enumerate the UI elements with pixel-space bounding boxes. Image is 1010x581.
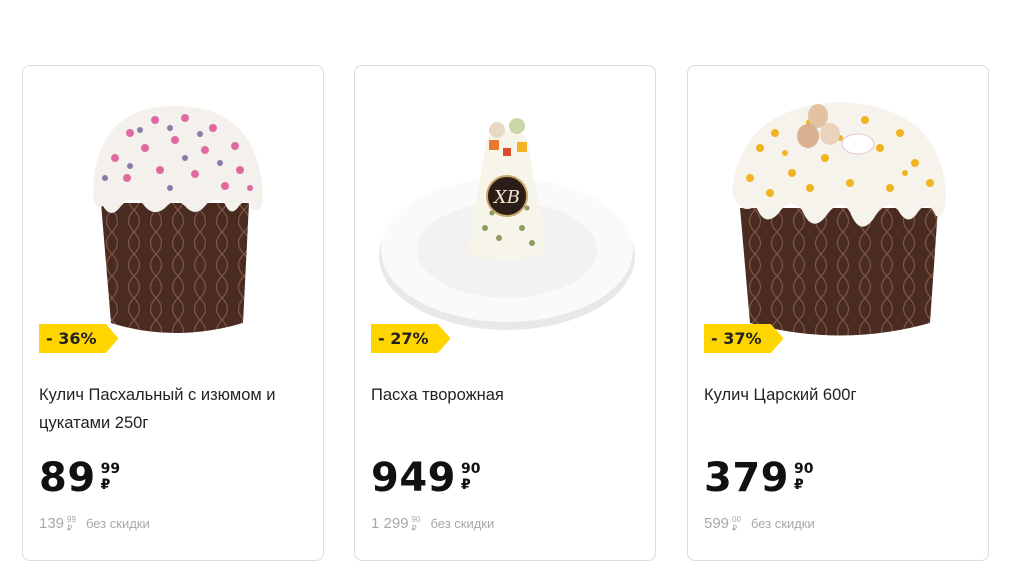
old-price-kopecks: 99 [67, 515, 76, 524]
product-card[interactable]: - 37% Кулич Царский 600г 379 90 ₽ 599 00… [687, 65, 989, 561]
old-price-main: 139 [39, 515, 65, 532]
old-price-kopecks: 90 [411, 515, 421, 524]
cottage-cheese-paskha-image[interactable]: ХВ [367, 78, 643, 340]
discount-badge: - 27% [371, 324, 451, 353]
current-price: 949 90 ₽ [371, 456, 480, 500]
old-price-main: 599 [704, 515, 730, 532]
currency-icon: ₽ [461, 477, 471, 493]
current-price: 89 99 ₽ [39, 456, 120, 500]
easter-cake-gold-sprinkles-image[interactable] [700, 78, 976, 340]
discount-badge: - 36% [39, 324, 119, 353]
old-price: 1 299 90 ₽ без скидки [371, 514, 494, 534]
no-discount-note: без скидки [430, 516, 495, 531]
currency-icon: ₽ [100, 477, 111, 493]
old-price: 599 00 ₽ без скидки [704, 514, 815, 534]
price-main: 379 [704, 455, 789, 501]
currency-icon: ₽ [794, 477, 804, 493]
price-kopecks: 90 [461, 461, 481, 477]
product-card[interactable]: ХВ - 27% Пасха творожная 949 90 ₽ 1 299 … [354, 65, 656, 561]
old-currency-icon: ₽ [67, 524, 73, 533]
old-currency-icon: ₽ [411, 524, 417, 533]
product-title[interactable]: Пасха творожная [371, 381, 641, 409]
no-discount-note: без скидки [85, 516, 150, 531]
price-kopecks: 99 [100, 461, 121, 477]
old-price: 139 99 ₽ без скидки [39, 514, 150, 534]
old-price-kopecks: 00 [732, 515, 741, 524]
price-main: 949 [371, 455, 456, 501]
product-title[interactable]: Кулич Пасхальный с изюмом и цукатами 250… [39, 381, 309, 437]
old-currency-icon: ₽ [732, 524, 738, 533]
svg-text:ХВ: ХВ [492, 187, 520, 208]
price-kopecks: 90 [794, 461, 814, 477]
old-price-main: 1 299 [371, 515, 409, 532]
product-title[interactable]: Кулич Царский 600г [704, 381, 974, 409]
price-main: 89 [39, 455, 96, 501]
product-card[interactable]: - 36% Кулич Пасхальный с изюмом и цуката… [22, 65, 324, 561]
discount-badge: - 37% [704, 324, 784, 353]
current-price: 379 90 ₽ [704, 456, 813, 500]
no-discount-note: без скидки [750, 516, 815, 531]
easter-cake-pink-sprinkles-image[interactable] [35, 78, 311, 340]
